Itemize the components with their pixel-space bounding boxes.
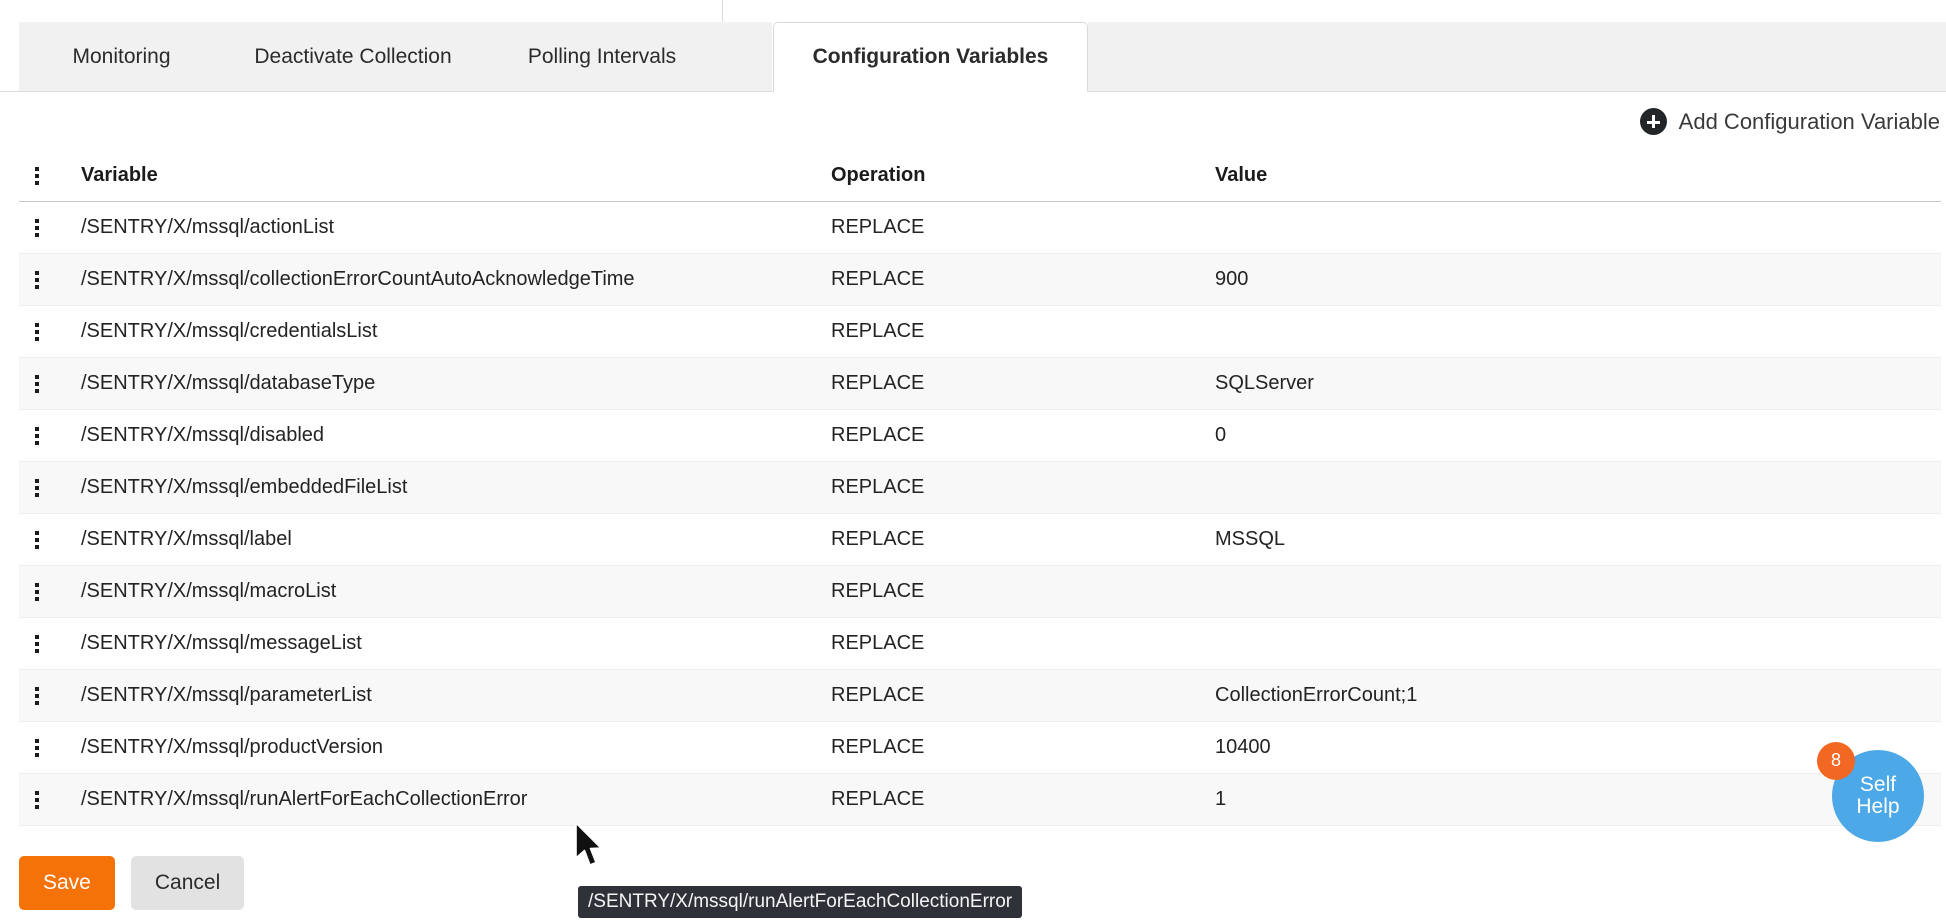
cell-variable: /SENTRY/X/mssql/parameterList: [81, 684, 372, 706]
drag-handle-icon: [34, 166, 39, 185]
cell-variable: /SENTRY/X/mssql/credentialsList: [81, 320, 378, 342]
tab-deactivate-collection[interactable]: Deactivate Collection: [224, 22, 482, 92]
self-help-label-line2: Help: [1856, 795, 1900, 818]
table-body: /SENTRY/X/mssql/actionList REPLACE/SENTRY…: [19, 202, 1941, 826]
plus-circle-icon: [1639, 108, 1667, 135]
row-drag-handle[interactable]: [19, 426, 54, 445]
column-header-variable: Variable: [81, 164, 158, 186]
cell-operation: REPLACE: [831, 528, 925, 550]
header-handle-spacer: [19, 166, 54, 185]
drag-handle-icon: [34, 322, 39, 341]
mouse-cursor: [574, 822, 608, 868]
self-help-badge: 8: [1817, 742, 1855, 780]
cell-operation: REPLACE: [831, 320, 925, 342]
drag-handle-icon: [34, 478, 39, 497]
tab-polling-intervals[interactable]: Polling Intervals: [482, 22, 722, 92]
cell-variable: /SENTRY/X/mssql/disabled: [81, 424, 325, 446]
drag-handle-icon: [34, 738, 39, 757]
row-drag-handle[interactable]: [19, 738, 54, 757]
drag-handle-icon: [34, 218, 39, 237]
cell-operation: REPLACE: [831, 788, 925, 810]
cell-variable: /SENTRY/X/mssql/actionList: [81, 216, 335, 238]
cell-operation: REPLACE: [831, 476, 925, 498]
row-drag-handle[interactable]: [19, 218, 54, 237]
save-button[interactable]: Save: [19, 856, 115, 910]
table-row[interactable]: /SENTRY/X/mssql/messageList REPLACE: [19, 618, 1941, 670]
column-header-value: Value: [1215, 164, 1268, 186]
self-help-widget[interactable]: 8 Self Help: [1817, 742, 1924, 842]
add-configuration-variable-button[interactable]: Add Configuration Variable: [1639, 108, 1940, 135]
table-row[interactable]: /SENTRY/X/mssql/collectionErrorCountAuto…: [19, 254, 1941, 306]
table-row[interactable]: /SENTRY/X/mssql/credentialsList REPLACE: [19, 306, 1941, 358]
row-drag-handle[interactable]: [19, 530, 54, 549]
cell-operation: REPLACE: [831, 372, 925, 394]
configuration-variables-table: Variable Operation Value /SENTRY/X/mssql…: [19, 150, 1941, 826]
cell-variable: /SENTRY/X/mssql/embeddedFileList: [81, 476, 408, 498]
configuration-variables-page: Monitoring Deactivate Collection Polling…: [0, 0, 1946, 920]
table-header-row: Variable Operation Value: [19, 150, 1941, 202]
cell-variable: /SENTRY/X/mssql/label: [81, 528, 292, 550]
drag-handle-icon: [34, 270, 39, 289]
cell-value: 0: [1215, 424, 1227, 446]
tab-monitoring[interactable]: Monitoring: [19, 22, 224, 92]
form-actions: Save Cancel: [19, 856, 245, 910]
drag-handle-icon: [34, 530, 39, 549]
drag-handle-icon: [34, 582, 39, 601]
drag-handle-icon: [34, 374, 39, 393]
tab-label: Monitoring: [72, 45, 171, 68]
table-row[interactable]: /SENTRY/X/mssql/label REPLACE MSSQL: [19, 514, 1941, 566]
cell-operation: REPLACE: [831, 268, 925, 290]
cell-variable: /SENTRY/X/mssql/macroList: [81, 580, 337, 602]
cell-variable: /SENTRY/X/mssql/messageList: [81, 632, 362, 654]
tab-label: Polling Intervals: [527, 45, 677, 68]
tab-configuration-variables[interactable]: Configuration Variables: [773, 22, 1088, 92]
cell-variable: /SENTRY/X/mssql/productVersion: [81, 736, 383, 758]
cell-value: MSSQL: [1215, 528, 1286, 550]
cell-operation: REPLACE: [831, 736, 925, 758]
tabstrip-top-divider: [722, 0, 723, 22]
table-row[interactable]: /SENTRY/X/mssql/productVersion REPLACE 104…: [19, 722, 1941, 774]
tab-label: Deactivate Collection: [254, 45, 452, 68]
row-drag-handle[interactable]: [19, 322, 54, 341]
cell-value: CollectionErrorCount;1: [1215, 684, 1418, 706]
cancel-button[interactable]: Cancel: [130, 856, 245, 910]
cell-variable: /SENTRY/X/mssql/collectionErrorCountAuto…: [81, 268, 635, 290]
table-row[interactable]: /SENTRY/X/mssql/databaseType REPLACE SQLSe…: [19, 358, 1941, 410]
table-row[interactable]: /SENTRY/X/mssql/runAlertForEachCollectio…: [19, 774, 1941, 826]
table-row[interactable]: /SENTRY/X/mssql/macroList REPLACE: [19, 566, 1941, 618]
column-header-operation: Operation: [831, 164, 926, 186]
variable-tooltip: /SENTRY/X/mssql/runAlertForEachCollectio…: [578, 886, 1023, 918]
cell-variable: /SENTRY/X/mssql/runAlertForEachCollectio…: [81, 788, 528, 810]
table-row[interactable]: /SENTRY/X/mssql/disabled REPLACE 0: [19, 410, 1941, 462]
cell-operation: REPLACE: [831, 580, 925, 602]
tabstrip-background-right: [1088, 22, 1946, 92]
tab-label: Configuration Variables: [812, 45, 1049, 68]
row-drag-handle[interactable]: [19, 374, 54, 393]
row-drag-handle[interactable]: [19, 582, 54, 601]
row-drag-handle[interactable]: [19, 270, 54, 289]
drag-handle-icon: [34, 634, 39, 653]
drag-handle-icon: [34, 426, 39, 445]
cell-operation: REPLACE: [831, 424, 925, 446]
drag-handle-icon: [34, 686, 39, 705]
cell-operation: REPLACE: [831, 632, 925, 654]
cell-variable: /SENTRY/X/mssql/databaseType: [81, 372, 376, 394]
drag-handle-icon: [34, 790, 39, 809]
self-help-label-line1: Self: [1859, 772, 1897, 796]
table-row[interactable]: /SENTRY/X/mssql/embeddedFileList REPLACE: [19, 462, 1941, 514]
cell-value: SQLServer: [1215, 372, 1314, 394]
table-row[interactable]: /SENTRY/X/mssql/actionList REPLACE: [19, 202, 1941, 254]
cell-value: 900: [1215, 268, 1249, 290]
table-row[interactable]: /SENTRY/X/mssql/parameterList REPLACE Coll…: [19, 670, 1941, 722]
row-drag-handle[interactable]: [19, 686, 54, 705]
row-drag-handle[interactable]: [19, 478, 54, 497]
row-drag-handle[interactable]: [19, 634, 54, 653]
cell-operation: REPLACE: [831, 684, 925, 706]
cell-operation: REPLACE: [831, 216, 925, 238]
row-drag-handle[interactable]: [19, 790, 54, 809]
add-configuration-variable-label: Add Configuration Variable: [1678, 108, 1940, 134]
